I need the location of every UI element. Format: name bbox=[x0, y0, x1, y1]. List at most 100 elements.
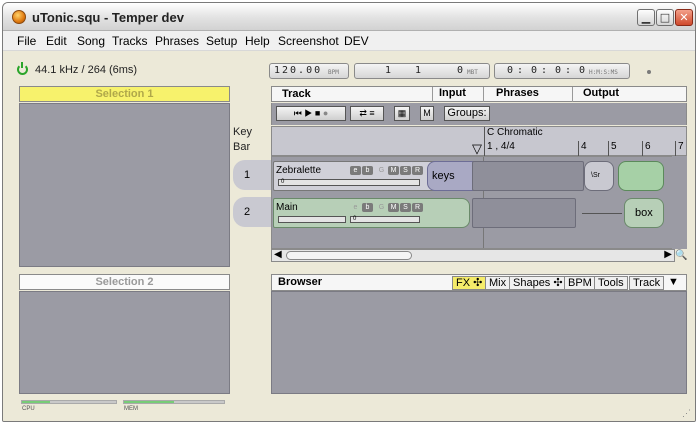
time-signature: 1 , 4/4 bbox=[484, 141, 515, 157]
slider-value: 0 bbox=[281, 179, 285, 185]
track-button-e[interactable]: e bbox=[350, 166, 361, 175]
column-track[interactable]: Track bbox=[282, 88, 311, 100]
tab-track[interactable]: Track bbox=[629, 276, 665, 290]
track-row[interactable]: Main e b G M S R 0 bbox=[273, 198, 470, 228]
menu-bar: File Edit Song Tracks Phrases Setup Help… bbox=[3, 31, 695, 51]
stop-icon[interactable]: ■ bbox=[315, 108, 320, 118]
track-button-r[interactable]: R bbox=[412, 166, 423, 175]
tempo-unit: BPM bbox=[328, 69, 339, 76]
browser-menu-icon[interactable]: ▼ bbox=[668, 276, 679, 288]
horizontal-scrollbar[interactable]: ◀ ▶ bbox=[271, 249, 675, 262]
app-window: uTonic.squ - Temper dev ▁ □ ✕ File Edit … bbox=[2, 2, 696, 422]
groups-button[interactable]: Groups: bbox=[444, 106, 490, 121]
rewind-icon[interactable]: ⏮ bbox=[294, 108, 302, 118]
loop-controls[interactable]: ⇄ ≡ bbox=[350, 106, 384, 121]
timeline-ruler[interactable]: C Chromatic ▽ 1 , 4/4 4 5 6 7 bbox=[271, 126, 687, 157]
tab-bpm[interactable]: BPM bbox=[564, 276, 596, 290]
scroll-thumb[interactable] bbox=[286, 251, 412, 260]
track-slider[interactable]: 0 bbox=[278, 179, 420, 186]
track-button-m[interactable]: M bbox=[388, 166, 399, 175]
menu-phrases[interactable]: Phrases bbox=[155, 34, 199, 48]
time-hours: 0 bbox=[507, 65, 514, 76]
cpu-label: CPU bbox=[22, 406, 35, 412]
output-label: box bbox=[635, 207, 653, 219]
status-dot bbox=[647, 70, 651, 74]
transport-toolbar: ⏮ ▶ ■ ● ⇄ ≡ ▦ M Groups: bbox=[271, 103, 687, 125]
column-phrases[interactable]: Phrases bbox=[483, 87, 539, 102]
playhead-icon[interactable]: ▽ bbox=[472, 141, 482, 157]
track-slider[interactable] bbox=[278, 216, 346, 223]
menu-setup[interactable]: Setup bbox=[206, 34, 237, 48]
menu-song[interactable]: Song bbox=[77, 34, 105, 48]
sample-rate: 44.1 kHz / 264 (6ms) bbox=[35, 64, 138, 76]
zoom-icon[interactable]: 🔍 bbox=[675, 250, 687, 261]
key-label: Key bbox=[233, 126, 252, 138]
track-number[interactable]: 2 bbox=[233, 197, 273, 227]
position-beat: 1 bbox=[415, 65, 422, 76]
track-name[interactable]: Zebralette bbox=[276, 165, 321, 176]
key-signature: C Chromatic bbox=[484, 127, 543, 141]
track-button-b[interactable]: b bbox=[362, 203, 373, 212]
track-area[interactable]: Zebralette e b G M S R 0 keys \Sr Main e… bbox=[271, 156, 687, 249]
vertical-scrollbar[interactable] bbox=[672, 156, 687, 249]
input-label: keys bbox=[432, 170, 455, 182]
slider-value: 0 bbox=[353, 216, 357, 222]
track-button-s[interactable]: S bbox=[400, 166, 411, 175]
track-button-e[interactable]: e bbox=[350, 203, 361, 212]
track-slider[interactable]: 0 bbox=[350, 216, 420, 223]
output-clip[interactable]: box bbox=[624, 198, 664, 228]
scroll-right-icon[interactable]: ▶ bbox=[664, 249, 672, 260]
output-node[interactable] bbox=[618, 161, 664, 191]
tab-tools[interactable]: Tools bbox=[594, 276, 628, 290]
selection-1-header[interactable]: Selection 1 bbox=[19, 86, 230, 102]
tempo-value: 120.00 bbox=[274, 65, 323, 76]
browser-panel[interactable] bbox=[271, 291, 687, 394]
column-input[interactable]: Input bbox=[432, 87, 466, 102]
track-button-s[interactable]: S bbox=[400, 203, 411, 212]
record-icon[interactable]: ● bbox=[323, 108, 328, 118]
track-button-g[interactable]: G bbox=[376, 166, 387, 175]
close-button[interactable]: ✕ bbox=[675, 9, 693, 26]
bar-7: 7 bbox=[675, 141, 684, 157]
track-button-b[interactable]: b bbox=[362, 166, 373, 175]
mem-label: MEM bbox=[124, 406, 138, 412]
selection-1-panel[interactable] bbox=[19, 103, 230, 267]
menu-help[interactable]: Help bbox=[245, 34, 270, 48]
track-button-m[interactable]: M bbox=[388, 203, 399, 212]
loop-icon[interactable]: ⇄ bbox=[359, 108, 367, 118]
m-button[interactable]: M bbox=[420, 106, 434, 121]
tab-mix[interactable]: Mix bbox=[485, 276, 511, 290]
track-button-g[interactable]: G bbox=[376, 203, 387, 212]
metronome-icon[interactable]: ≡ bbox=[369, 108, 374, 118]
time-display[interactable]: 0 : 0 : 0 : 0 H:M:S:MS bbox=[494, 63, 630, 79]
menu-file[interactable]: File bbox=[17, 34, 36, 48]
tab-shapes[interactable]: Shapes ✣ bbox=[509, 276, 567, 290]
cpu-meter bbox=[21, 400, 117, 404]
column-output[interactable]: Output bbox=[572, 87, 619, 102]
play-icon[interactable]: ▶ bbox=[304, 108, 312, 118]
selection-2-panel[interactable] bbox=[19, 291, 230, 394]
track-button-r[interactable]: R bbox=[412, 203, 423, 212]
track-name[interactable]: Main bbox=[276, 202, 298, 213]
grid-icon[interactable]: ▦ bbox=[394, 106, 410, 121]
phrase-clip[interactable] bbox=[472, 161, 584, 191]
menu-tracks[interactable]: Tracks bbox=[112, 34, 148, 48]
menu-edit[interactable]: Edit bbox=[46, 34, 67, 48]
phrase-clip[interactable] bbox=[472, 198, 576, 228]
time-seconds: 0 bbox=[555, 65, 562, 76]
track-column-header: Track Input Phrases Output bbox=[271, 86, 687, 102]
resize-grip-icon[interactable]: ⋰ bbox=[682, 408, 691, 419]
scroll-left-icon[interactable]: ◀ bbox=[274, 249, 282, 260]
selection-2-header[interactable]: Selection 2 bbox=[19, 274, 230, 290]
tempo-display[interactable]: 120.00 BPM bbox=[269, 63, 349, 79]
menu-screenshot[interactable]: Screenshot bbox=[278, 34, 339, 48]
transport-controls[interactable]: ⏮ ▶ ■ ● bbox=[276, 106, 346, 121]
maximize-button[interactable]: □ bbox=[656, 9, 674, 26]
power-icon[interactable] bbox=[17, 62, 28, 75]
track-number[interactable]: 1 bbox=[233, 160, 273, 190]
tab-fx[interactable]: FX ✣ bbox=[452, 276, 487, 290]
menu-dev[interactable]: DEV bbox=[344, 34, 369, 48]
position-display[interactable]: 1 1 0 MBT bbox=[354, 63, 490, 79]
output-clip[interactable]: \Sr bbox=[584, 161, 614, 191]
minimize-button[interactable]: ▁ bbox=[637, 9, 655, 26]
